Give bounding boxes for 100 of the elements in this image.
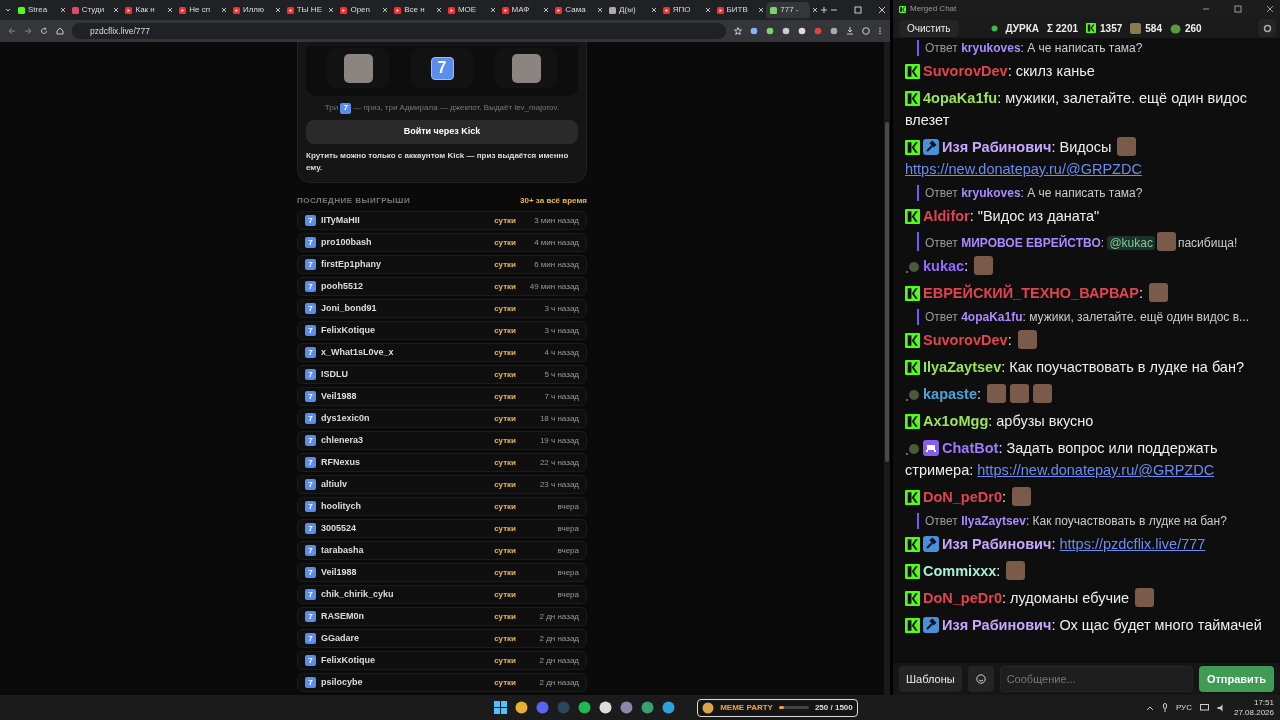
kick-logo-icon (905, 490, 920, 505)
chat-message: SuvorovDev: скилз канье (905, 60, 1268, 82)
time-ago: 2 дн назад (538, 676, 579, 689)
link[interactable]: https://new.donatepay.ru/@GRPZDC (905, 161, 1142, 177)
emote-image (1156, 232, 1176, 251)
close-icon[interactable] (489, 7, 496, 13)
seven-tile: 7 (340, 102, 352, 114)
viewer-count: 584 (1145, 21, 1162, 36)
chat-message: kukac: (905, 255, 1268, 277)
favicon-icon (770, 6, 778, 14)
app-icon[interactable] (599, 701, 613, 714)
browser-tab[interactable]: Все н (390, 2, 434, 18)
clock-time[interactable]: 17:51 (1253, 697, 1274, 708)
minimize-icon[interactable] (830, 6, 838, 14)
period-label: сутки (494, 214, 516, 227)
close-icon[interactable] (597, 7, 604, 13)
username: pooh5512 (321, 279, 364, 293)
browser-tab[interactable]: Open (336, 2, 381, 18)
browser-tab[interactable]: Strea (14, 2, 58, 18)
close-icon[interactable] (113, 7, 120, 13)
language-indicator[interactable]: РУС (1175, 701, 1192, 714)
username: tarabasha (321, 543, 365, 557)
close-icon[interactable] (650, 7, 657, 13)
browser-tab[interactable]: Сама (551, 2, 596, 18)
kick-logo-icon (905, 64, 920, 79)
username: dys1exic0n (321, 411, 371, 425)
profile-icon[interactable] (862, 27, 870, 35)
close-icon[interactable] (328, 7, 335, 13)
menu-icon[interactable] (878, 27, 882, 35)
clear-button[interactable]: Очистить (899, 19, 959, 37)
link[interactable]: https://new.donatepay.ru/@GRPZDC (977, 462, 1215, 478)
app-icon[interactable] (578, 701, 592, 714)
channel-name: ДУРКА (1005, 21, 1039, 36)
login-button[interactable]: Войти через Kick (306, 120, 578, 144)
browser-tab[interactable]: ТЫ НЕ (282, 2, 327, 18)
browser-tab[interactable]: Не сп (175, 2, 219, 18)
browser-tab[interactable]: БИТВ (712, 2, 757, 18)
close-icon[interactable] (59, 7, 66, 13)
mention[interactable]: @kukac (1107, 236, 1155, 250)
seven-tile: 7 (430, 56, 454, 80)
forward-icon[interactable] (24, 27, 32, 35)
browser-tab[interactable]: МАФ (497, 2, 542, 18)
close-icon[interactable] (382, 7, 389, 13)
username: Veil1988 (321, 565, 358, 579)
period-label: сутки (494, 412, 516, 425)
close-icon[interactable] (812, 7, 818, 13)
speaker-icon[interactable] (1216, 703, 1226, 712)
period-label: сутки (494, 566, 516, 579)
period-label: сутки (494, 522, 516, 535)
app-icon[interactable] (641, 701, 655, 714)
close-icon[interactable] (435, 7, 442, 13)
browser-tab[interactable]: Студи (67, 2, 112, 18)
kick-logo-icon (905, 414, 920, 429)
new-tab-icon[interactable] (820, 6, 828, 14)
seven-tile: 7 (305, 369, 316, 380)
start-icon[interactable] (494, 701, 508, 714)
minimize-icon[interactable] (1202, 5, 1210, 13)
period-label: сутки (494, 478, 516, 491)
chat-message: kapaste: (905, 383, 1268, 405)
app-icon[interactable] (515, 701, 529, 714)
close-icon[interactable] (878, 6, 886, 14)
browser-tab[interactable]: Иллю (228, 2, 273, 18)
address-field[interactable]: pzdcflix.live/777 (72, 23, 726, 39)
chat-message: 4opaKa1fu: мужики, залетайте. ещё один видос влезет (905, 89, 1249, 130)
browser-tab[interactable]: МОЕ (443, 2, 488, 18)
period-label: сутки (494, 676, 516, 689)
widget-title: MEME PARTY (720, 701, 773, 714)
link[interactable]: https://pzdcflix.live/777 (1059, 536, 1206, 552)
close-icon[interactable] (274, 7, 281, 13)
message-input[interactable]: Сообщение... (999, 666, 1193, 692)
microphone-icon[interactable] (1161, 703, 1168, 712)
browser-tab[interactable]: Д(ы) (605, 2, 649, 18)
settings-button[interactable] (1258, 19, 1276, 37)
app-icon[interactable] (662, 701, 676, 714)
browser-tab[interactable]: ЯПО (658, 2, 703, 18)
back-icon[interactable] (8, 27, 16, 35)
home-icon[interactable] (56, 27, 64, 35)
close-icon[interactable] (167, 7, 174, 13)
close-icon[interactable] (543, 7, 550, 13)
browser-tab[interactable]: 777 - (766, 2, 810, 18)
download-icon[interactable] (846, 27, 854, 35)
templates-button[interactable]: Шаблоны (899, 666, 962, 692)
emoji-button[interactable] (967, 666, 994, 692)
reload-icon[interactable] (40, 27, 48, 35)
close-icon[interactable] (1266, 5, 1274, 13)
monitor-icon[interactable] (1199, 703, 1209, 712)
star-icon[interactable] (734, 27, 742, 35)
reply-quote: Ответ kryukoves: А че написать тама? (917, 40, 1268, 56)
chat-message: Aldifor: "Видос из даната" (905, 205, 1268, 227)
maximize-icon[interactable] (1234, 5, 1242, 13)
browser-tab[interactable]: Как н (121, 2, 166, 18)
tab-list-icon[interactable] (4, 6, 12, 14)
favicon-icon (662, 6, 670, 14)
scrollbar[interactable] (884, 42, 890, 695)
close-icon[interactable] (758, 7, 765, 13)
close-icon[interactable] (704, 7, 711, 13)
app-icon[interactable] (620, 701, 634, 714)
maximize-icon[interactable] (854, 6, 862, 14)
clock-date[interactable]: 27.08.2026 (1233, 707, 1274, 718)
close-icon[interactable] (220, 7, 227, 13)
